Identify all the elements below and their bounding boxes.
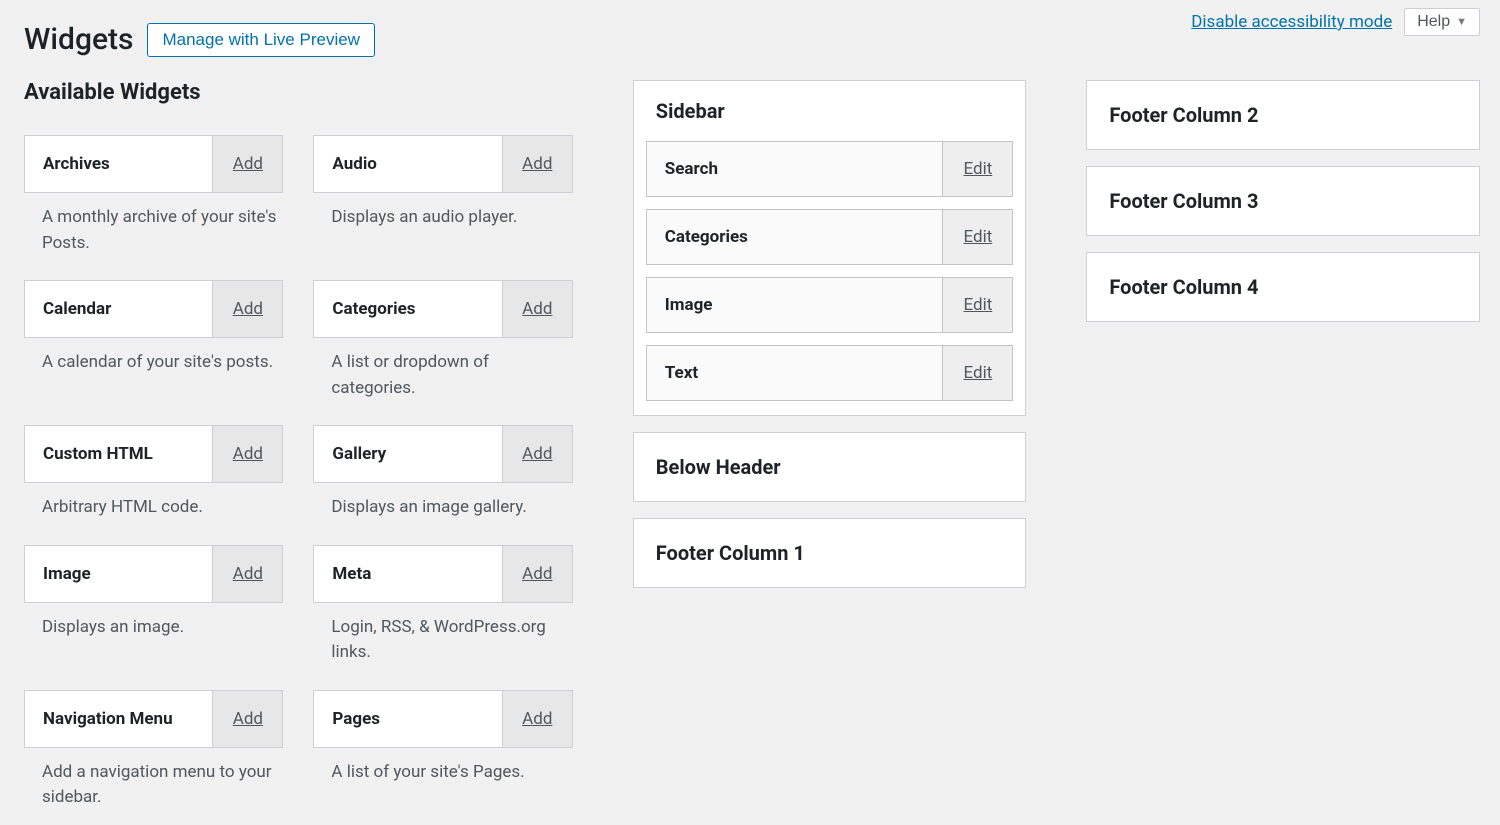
help-label: Help — [1417, 13, 1450, 31]
add-button[interactable]: Add — [212, 136, 282, 192]
widget-box[interactable]: Calendar Add — [24, 280, 283, 338]
widget-area-col-2: Footer Column 2 Footer Column 3 Footer C… — [1086, 80, 1480, 737]
widget-navigation-menu: Navigation Menu Add Add a navigation men… — [24, 690, 283, 825]
widget-desc: A list or dropdown of categories. — [313, 338, 572, 415]
widget-name: Pages — [314, 691, 501, 747]
widget-name: Gallery — [314, 426, 501, 482]
widget-name: Archives — [25, 136, 212, 192]
widget-name: Categories — [314, 281, 501, 337]
add-button[interactable]: Add — [502, 546, 572, 602]
widget-box[interactable]: Gallery Add — [313, 425, 572, 483]
widget-area-header[interactable]: Below Header — [634, 433, 1026, 501]
widget-audio: Audio Add Displays an audio player. — [313, 135, 572, 270]
widget-gallery: Gallery Add Displays an image gallery. — [313, 425, 572, 535]
widget-desc: Displays an image gallery. — [313, 483, 572, 535]
available-widgets-title: Available Widgets — [24, 80, 573, 105]
widget-custom-html: Custom HTML Add Arbitrary HTML code. — [24, 425, 283, 535]
edit-button[interactable]: Edit — [942, 210, 1012, 264]
add-button[interactable]: Add — [212, 546, 282, 602]
widget-box[interactable]: Audio Add — [313, 135, 572, 193]
widget-pages: Pages Add A list of your site's Pages. — [313, 690, 572, 825]
widget-desc: Displays an image. — [24, 603, 283, 655]
widget-desc: A calendar of your site's posts. — [24, 338, 283, 390]
edit-button[interactable]: Edit — [942, 278, 1012, 332]
widget-area-body[interactable]: Search Edit Categories Edit Image Edit T… — [634, 141, 1026, 415]
placed-widget-image[interactable]: Image Edit — [646, 277, 1014, 333]
widget-area-header[interactable]: Sidebar — [634, 81, 1026, 141]
widget-box[interactable]: Custom HTML Add — [24, 425, 283, 483]
widget-name: Audio — [314, 136, 501, 192]
widget-name: Text — [647, 346, 943, 400]
widget-box[interactable]: Pages Add — [313, 690, 572, 748]
widget-categories: Categories Add A list or dropdown of cat… — [313, 280, 572, 415]
widget-area-sidebar: Sidebar Search Edit Categories Edit Imag… — [633, 80, 1027, 416]
edit-button[interactable]: Edit — [942, 346, 1012, 400]
add-button[interactable]: Add — [212, 281, 282, 337]
widget-area-header[interactable]: Footer Column 3 — [1087, 167, 1479, 235]
available-widgets-col: Available Widgets Archives Add A monthly… — [24, 80, 573, 737]
widget-desc: A list of your site's Pages. — [313, 748, 572, 800]
add-button[interactable]: Add — [212, 691, 282, 747]
placed-widget-search[interactable]: Search Edit — [646, 141, 1014, 197]
add-button[interactable]: Add — [502, 136, 572, 192]
chevron-down-icon: ▼ — [1456, 16, 1467, 28]
widget-box[interactable]: Image Add — [24, 545, 283, 603]
widget-name: Meta — [314, 546, 501, 602]
widget-box[interactable]: Navigation Menu Add — [24, 690, 283, 748]
widget-area-col-1: Sidebar Search Edit Categories Edit Imag… — [633, 80, 1027, 737]
widget-name: Image — [25, 546, 212, 602]
add-button[interactable]: Add — [502, 281, 572, 337]
widget-area-header[interactable]: Footer Column 2 — [1087, 81, 1479, 149]
add-button[interactable]: Add — [502, 426, 572, 482]
widget-grid: Archives Add A monthly archive of your s… — [24, 135, 573, 825]
disable-accessibility-link[interactable]: Disable accessibility mode — [1191, 12, 1392, 32]
help-button[interactable]: Help ▼ — [1404, 8, 1480, 36]
widget-archives: Archives Add A monthly archive of your s… — [24, 135, 283, 270]
top-actions: Disable accessibility mode Help ▼ — [1191, 8, 1480, 36]
widget-desc: Displays an audio player. — [313, 193, 572, 245]
widget-desc: A monthly archive of your site's Posts. — [24, 193, 283, 270]
widget-area-header[interactable]: Footer Column 1 — [634, 519, 1026, 587]
columns: Available Widgets Archives Add A monthly… — [24, 80, 1480, 737]
widget-area-below-header: Below Header — [633, 432, 1027, 502]
widget-name: Calendar — [25, 281, 212, 337]
widget-box[interactable]: Categories Add — [313, 280, 572, 338]
widget-desc: Add a navigation menu to your sidebar. — [24, 748, 283, 825]
widget-desc: Login, RSS, & WordPress.org links. — [313, 603, 572, 680]
placed-widget-text[interactable]: Text Edit — [646, 345, 1014, 401]
widget-name: Custom HTML — [25, 426, 212, 482]
widget-desc: Arbitrary HTML code. — [24, 483, 283, 535]
widget-name: Search — [647, 142, 943, 196]
edit-button[interactable]: Edit — [942, 142, 1012, 196]
page-title: Widgets — [24, 22, 133, 57]
widget-image: Image Add Displays an image. — [24, 545, 283, 680]
widget-area-header[interactable]: Footer Column 4 — [1087, 253, 1479, 321]
widget-name: Navigation Menu — [25, 691, 212, 747]
widget-meta: Meta Add Login, RSS, & WordPress.org lin… — [313, 545, 572, 680]
widget-calendar: Calendar Add A calendar of your site's p… — [24, 280, 283, 415]
manage-live-preview-button[interactable]: Manage with Live Preview — [147, 23, 374, 57]
placed-widget-categories[interactable]: Categories Edit — [646, 209, 1014, 265]
widget-box[interactable]: Archives Add — [24, 135, 283, 193]
widget-area-footer-1: Footer Column 1 — [633, 518, 1027, 588]
widget-area-footer-3: Footer Column 3 — [1086, 166, 1480, 236]
widget-name: Image — [647, 278, 943, 332]
widget-name: Categories — [647, 210, 943, 264]
widget-area-footer-4: Footer Column 4 — [1086, 252, 1480, 322]
add-button[interactable]: Add — [502, 691, 572, 747]
widget-area-footer-2: Footer Column 2 — [1086, 80, 1480, 150]
add-button[interactable]: Add — [212, 426, 282, 482]
widget-box[interactable]: Meta Add — [313, 545, 572, 603]
